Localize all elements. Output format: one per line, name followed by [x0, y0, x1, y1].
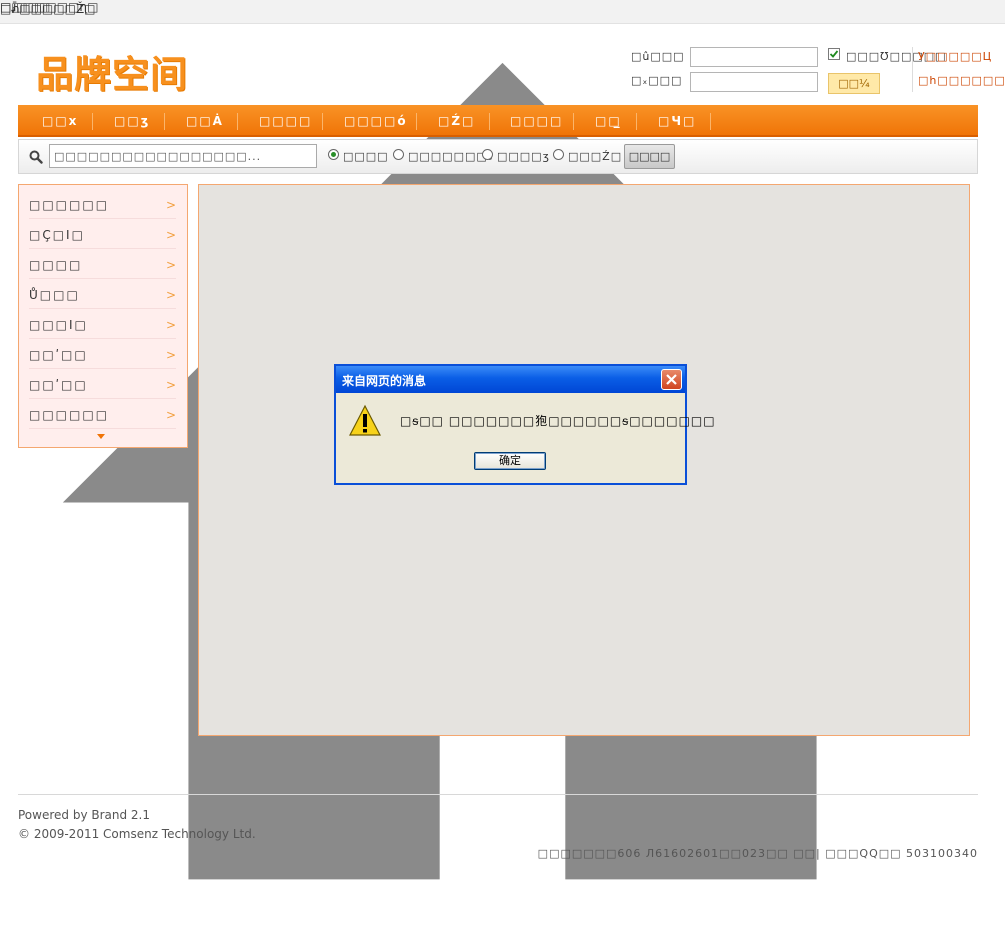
remember-checkbox[interactable] — [828, 48, 840, 60]
password-label: □ₓ□□□ — [631, 74, 683, 87]
dialog-close-button[interactable] — [661, 369, 682, 390]
powered-by-text: Powered by Brand 2.1 — [18, 808, 151, 822]
nav-item-5[interactable]: □□□□ό — [344, 114, 408, 128]
search-option-label-4: □□□Ź□ — [568, 150, 623, 163]
sidebar-item-label: □□□□□□ — [29, 198, 110, 212]
nav-divider — [92, 113, 93, 130]
forgot-password-link[interactable]: □h□□□□□□ — [918, 74, 1005, 87]
sidebar-item[interactable]: □□ʹ□□ > — [29, 339, 176, 369]
chevron-right-icon: > — [165, 198, 176, 212]
expand-more-icon[interactable] — [97, 434, 105, 439]
sidebar-item[interactable]: □□□□□□ > — [29, 399, 176, 429]
footer-icp-text: □□□□□□□606 Л61602601□□023□□ □□| □□□QQ□□ … — [537, 847, 978, 860]
nav-divider — [636, 113, 637, 130]
search-option-label-1: □□□□ — [343, 150, 389, 163]
sidebar-item-label: □□□□ — [29, 258, 83, 272]
nav-divider — [489, 113, 490, 130]
search-option-radio-3[interactable] — [482, 149, 493, 160]
sidebar-item[interactable]: □□□□ > — [29, 249, 176, 279]
sidebar-item-label: □□ʹ□□ — [29, 348, 88, 362]
sidebar-item[interactable]: □□□□□□ > — [29, 189, 176, 219]
nav-divider — [416, 113, 417, 130]
chevron-right-icon: > — [165, 378, 176, 392]
username-label: □û□□□ — [631, 50, 685, 63]
chevron-right-icon: > — [165, 348, 176, 362]
nav-item-9[interactable]: □Ч□ — [658, 114, 696, 128]
chevron-right-icon: > — [165, 318, 176, 332]
search-option-radio-1[interactable] — [328, 149, 339, 160]
dialog-ok-button[interactable]: 确定 — [474, 452, 546, 470]
search-option-label-2: □□□□□□□₀ — [408, 150, 494, 163]
close-icon — [666, 374, 677, 385]
nav-divider — [322, 113, 323, 130]
nav-divider — [237, 113, 238, 130]
nav-item-4[interactable]: □□□□ — [259, 114, 312, 128]
nav-item-2[interactable]: □□ʒ — [114, 114, 150, 128]
password-input[interactable] — [690, 72, 818, 92]
search-button[interactable]: □□□□ — [624, 144, 675, 169]
sidebar-item[interactable]: □Ҫ□Ι□ > — [29, 219, 176, 249]
sidebar-item-label: □□□Ι□ — [29, 318, 88, 332]
sidebar-item-label: Ů□□□ — [29, 288, 80, 302]
username-input[interactable] — [690, 47, 818, 67]
search-icon — [29, 150, 43, 164]
login-divider — [912, 47, 913, 92]
sidebar-item-label: □□ʹ□□ — [29, 378, 88, 392]
search-option-label-3: □□□□ʒ — [497, 150, 550, 163]
brand-logo[interactable]: 品牌空间 — [36, 44, 188, 98]
register-link[interactable]: У□□□□□Ц — [918, 50, 992, 63]
dialog-message: □ᵴ□□ □□□□□□□狍□□□□□□ᵴ□□□□□□□ — [400, 414, 716, 428]
sidebar-item[interactable]: □□ʹ□□ > — [29, 369, 176, 399]
chevron-right-icon: > — [165, 408, 176, 422]
nav-divider — [164, 113, 165, 130]
sidebar-item-label: □□□□□□ — [29, 408, 110, 422]
nav-item-3[interactable]: □□Ȧ — [186, 114, 224, 128]
login-button[interactable]: □□¼ — [828, 73, 880, 94]
nav-divider — [573, 113, 574, 130]
sidebar-item-label: □Ҫ□Ι□ — [29, 228, 85, 242]
nav-item-8[interactable]: □□̲ — [595, 114, 622, 128]
category-sidebar: □□□□□□ > □Ҫ□Ι□ > □□□□ > Ů□□□ > □□□Ι□ > □… — [18, 184, 188, 448]
nav-item-6[interactable]: □Ź□ — [438, 114, 475, 128]
nav-divider — [710, 113, 711, 130]
topbar-right-link[interactable]: □ภ□□□□□Ž□ — [0, 0, 96, 19]
nav-item-7[interactable]: □□□□ — [510, 114, 563, 128]
chevron-right-icon: > — [165, 288, 176, 302]
sidebar-item[interactable]: □□□Ι□ > — [29, 309, 176, 339]
chevron-right-icon: > — [165, 258, 176, 272]
sidebar-item[interactable]: Ů□□□ > — [29, 279, 176, 309]
nav-item-1[interactable]: □□x — [42, 114, 78, 128]
search-option-radio-2[interactable] — [393, 149, 404, 160]
copyright-text: © 2009-2011 Comsenz Technology Ltd. — [18, 827, 256, 841]
footer-divider — [18, 794, 978, 795]
chevron-right-icon: > — [165, 228, 176, 242]
warning-icon — [349, 404, 381, 436]
search-input[interactable]: □□□□□□□□□□□□□□□□□... — [49, 144, 317, 168]
search-option-radio-4[interactable] — [553, 149, 564, 160]
alert-dialog: 来自网页的消息 □ᵴ□□ □□□□□□□狍□□□□□□ᵴ□□□□□□□ 确定 — [334, 364, 715, 485]
main-nav: □□x □□ʒ □□Ȧ □□□□ □□□□ό □Ź□ □□□□ □□̲ □Ч□ — [18, 105, 978, 137]
dialog-title: 来自网页的消息 — [342, 374, 427, 388]
